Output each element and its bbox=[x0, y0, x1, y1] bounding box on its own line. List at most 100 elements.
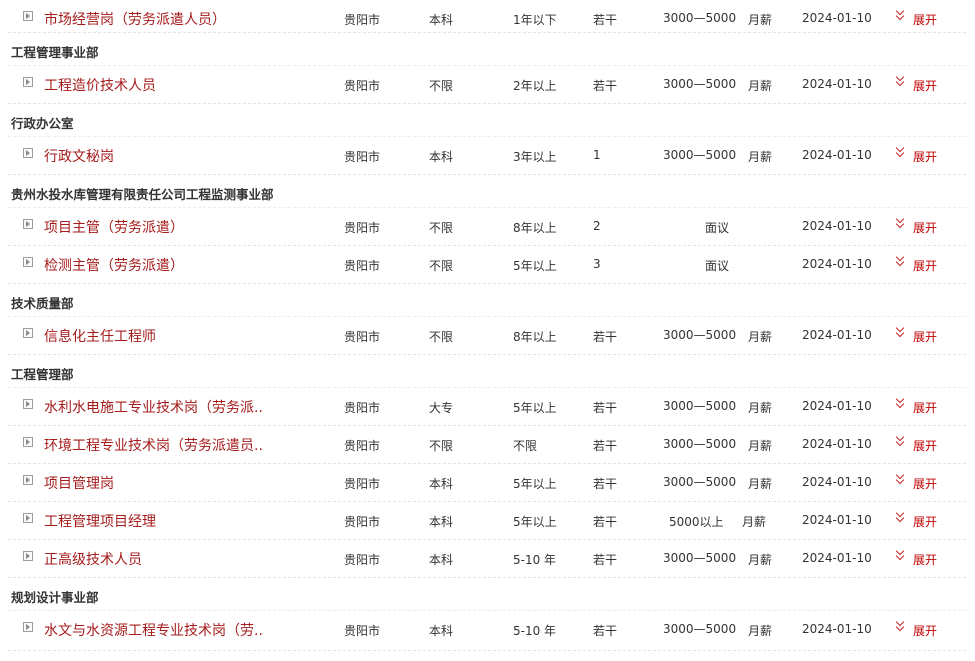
experience-cell: 3年以上 bbox=[513, 150, 557, 164]
expand-box-icon[interactable] bbox=[23, 148, 33, 158]
job-title-link[interactable]: 行政文秘岗 bbox=[44, 146, 114, 166]
job-row: 正高级技术人员 贵阳市 本科 5-10 年 若干 3000—5000 月薪 2024-01-1… bbox=[8, 540, 966, 578]
job-row: 工程管理项目经理 贵阳市 本科 5年以上 若干 5000以上 月薪 2024-01-10 展开 bbox=[8, 502, 966, 540]
double-chevron-down-icon[interactable] bbox=[895, 74, 907, 88]
double-chevron-down-icon[interactable] bbox=[895, 216, 907, 230]
location-cell: 贵阳市 bbox=[344, 79, 381, 93]
department-header: 工程管理事业部 bbox=[8, 33, 966, 66]
expand-toggle[interactable]: 展开 bbox=[913, 11, 937, 28]
expand-toggle[interactable]: 展开 bbox=[913, 257, 937, 274]
expand-box-icon[interactable] bbox=[23, 475, 33, 485]
expand-box-icon[interactable] bbox=[23, 77, 33, 87]
department-header: 贵州水投水库管理有限责任公司工程监测事业部 bbox=[8, 175, 966, 208]
experience-cell: 8年以上 bbox=[513, 330, 557, 344]
expand-box-icon[interactable] bbox=[23, 513, 33, 523]
expand-box-icon[interactable] bbox=[23, 399, 33, 409]
location-cell: 贵阳市 bbox=[344, 330, 381, 344]
department-header: 技术质量部 bbox=[8, 284, 966, 317]
headcount-cell: 若干 bbox=[593, 477, 618, 491]
job-title-link[interactable]: 市场经营岗（劳务派遣人员） bbox=[44, 9, 226, 29]
expand-toggle[interactable]: 展开 bbox=[913, 219, 937, 236]
salary-unit-cell: 月薪 bbox=[748, 624, 773, 638]
location-cell: 贵阳市 bbox=[344, 553, 381, 567]
salary-cell: 面议 bbox=[705, 221, 730, 235]
date-cell: 2024-01-10 bbox=[802, 219, 872, 233]
experience-cell: 不限 bbox=[513, 439, 538, 453]
job-title-link[interactable]: 工程造价技术人员 bbox=[44, 75, 156, 95]
experience-cell: 5-10 年 bbox=[513, 553, 557, 567]
salary-cell: 3000—5000 bbox=[663, 551, 737, 565]
job-title-link[interactable]: 正高级技术人员 bbox=[44, 549, 142, 569]
double-chevron-down-icon[interactable] bbox=[895, 472, 907, 486]
job-row: 行政文秘岗 贵阳市 本科 3年以上 1 3000—5000 月薪 2024-01-10 展开 bbox=[8, 137, 966, 175]
department-header: 规划设计事业部 bbox=[8, 578, 966, 611]
headcount-cell: 若干 bbox=[593, 515, 618, 529]
expand-box-icon[interactable] bbox=[23, 257, 33, 267]
expand-toggle[interactable]: 展开 bbox=[913, 148, 937, 165]
expand-toggle[interactable]: 展开 bbox=[913, 475, 937, 492]
double-chevron-down-icon[interactable] bbox=[895, 548, 907, 562]
salary-unit-cell: 月薪 bbox=[748, 477, 773, 491]
department-name: 工程管理事业部 bbox=[11, 45, 99, 60]
salary-unit-cell: 月薪 bbox=[748, 79, 773, 93]
location-cell: 贵阳市 bbox=[344, 515, 381, 529]
headcount-cell: 3 bbox=[593, 257, 601, 271]
date-cell: 2024-01-10 bbox=[802, 77, 872, 91]
expand-toggle[interactable]: 展开 bbox=[913, 513, 937, 530]
double-chevron-down-icon[interactable] bbox=[895, 8, 907, 22]
job-title-link[interactable]: 水利水电施工专业技术岗（劳务派.. bbox=[44, 397, 263, 417]
salary-cell: 3000—5000 bbox=[663, 11, 737, 25]
expand-toggle[interactable]: 展开 bbox=[913, 437, 937, 454]
salary-unit-cell: 月薪 bbox=[748, 13, 773, 27]
expand-toggle[interactable]: 展开 bbox=[913, 551, 937, 568]
salary-cell: 面议 bbox=[705, 259, 730, 273]
expand-toggle[interactable]: 展开 bbox=[913, 328, 937, 345]
expand-toggle[interactable]: 展开 bbox=[913, 399, 937, 416]
job-title-link[interactable]: 信息化主任工程师 bbox=[44, 326, 156, 346]
salary-unit-cell: 月薪 bbox=[748, 553, 773, 567]
headcount-cell: 若干 bbox=[593, 401, 618, 415]
department-name: 工程管理部 bbox=[11, 367, 74, 382]
job-listing-table: 市场经营岗（劳务派遣人员） 贵阳市 本科 1年以下 若干 3000—5000 月薪 2024-… bbox=[0, 0, 975, 661]
job-title-link[interactable]: 水文与水资源工程专业技术岗（劳.. bbox=[44, 620, 263, 640]
headcount-cell: 1 bbox=[593, 148, 601, 162]
expand-box-icon[interactable] bbox=[23, 328, 33, 338]
location-cell: 贵阳市 bbox=[344, 624, 381, 638]
expand-toggle[interactable]: 展开 bbox=[913, 622, 937, 639]
expand-box-icon[interactable] bbox=[23, 11, 33, 21]
expand-toggle[interactable]: 展开 bbox=[913, 77, 937, 94]
experience-cell: 5年以上 bbox=[513, 477, 557, 491]
expand-box-icon[interactable] bbox=[23, 622, 33, 632]
job-title-link[interactable]: 工程管理项目经理 bbox=[44, 511, 156, 531]
job-title-link[interactable]: 项目管理岗 bbox=[44, 473, 114, 493]
expand-box-icon[interactable] bbox=[23, 551, 33, 561]
double-chevron-down-icon[interactable] bbox=[895, 510, 907, 524]
job-title-link[interactable]: 环境工程专业技术岗（劳务派遣员.. bbox=[44, 435, 263, 455]
double-chevron-down-icon[interactable] bbox=[895, 254, 907, 268]
department-header: 工程管理部 bbox=[8, 355, 966, 388]
experience-cell: 1年以下 bbox=[513, 13, 557, 27]
location-cell: 贵阳市 bbox=[344, 401, 381, 415]
salary-cell: 5000以上 bbox=[669, 515, 724, 529]
education-cell: 不限 bbox=[429, 439, 454, 453]
expand-box-icon[interactable] bbox=[23, 437, 33, 447]
date-cell: 2024-01-10 bbox=[802, 399, 872, 413]
job-title-link[interactable]: 项目主管（劳务派遣） bbox=[44, 217, 184, 237]
job-row: 工程造价技术人员 贵阳市 不限 2年以上 若干 3000—5000 月薪 2024-01-10… bbox=[8, 66, 966, 104]
job-row: 项目管理岗 贵阳市 本科 5年以上 若干 3000—5000 月薪 2024-01-10 展开 bbox=[8, 464, 966, 502]
salary-cell: 3000—5000 bbox=[663, 148, 737, 162]
double-chevron-down-icon[interactable] bbox=[895, 434, 907, 448]
salary-unit-cell: 月薪 bbox=[748, 150, 773, 164]
education-cell: 本科 bbox=[429, 150, 454, 164]
expand-box-icon[interactable] bbox=[23, 219, 33, 229]
double-chevron-down-icon[interactable] bbox=[895, 325, 907, 339]
double-chevron-down-icon[interactable] bbox=[895, 619, 907, 633]
experience-cell: 2年以上 bbox=[513, 79, 557, 93]
education-cell: 本科 bbox=[429, 13, 454, 27]
job-row: 项目主管（劳务派遣） 贵阳市 不限 8年以上 2 面议 2024-01-10 展开 bbox=[8, 208, 966, 246]
job-title-link[interactable]: 检测主管（劳务派遣） bbox=[44, 255, 184, 275]
double-chevron-down-icon[interactable] bbox=[895, 145, 907, 159]
department-name: 技术质量部 bbox=[11, 296, 74, 311]
double-chevron-down-icon[interactable] bbox=[895, 396, 907, 410]
location-cell: 贵阳市 bbox=[344, 439, 381, 453]
